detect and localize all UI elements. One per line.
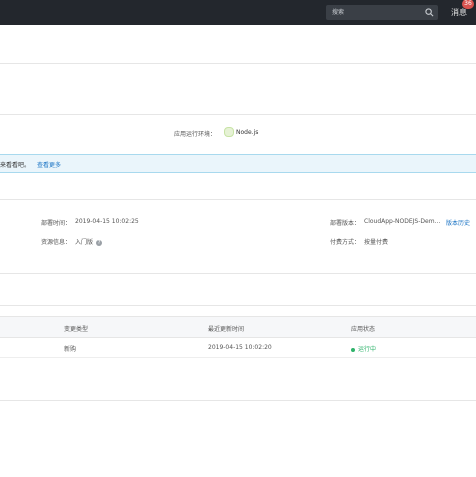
deploy-version-label: 部署版本： [330,220,361,227]
resource-label: 资源信息： [41,239,72,246]
top-navigation-bar: 搜索 消息 36 [0,0,476,25]
runtime-label: 应用运行环境： [174,131,217,138]
notice-banner: 来看看吧。 查看更多 [0,154,476,173]
deploy-time-label: 部署时间： [41,220,72,227]
deploy-time-value: 2019-04-15 10:02:25 [75,218,139,225]
nodejs-icon [224,127,234,137]
cell-updated: 2019-04-15 10:02:20 [208,344,272,351]
cell-status: 运行中 [351,344,376,353]
billing-label: 付费方式： [330,239,361,246]
notice-text: 来看看吧。 [0,162,31,169]
table-header: 变更类型 最近更新时间 应用状态 [0,316,476,338]
resource-value: 入门版? [75,239,103,246]
column-header-status: 应用状态 [351,326,376,333]
help-icon[interactable]: ? [96,239,103,246]
column-header-updated: 最近更新时间 [208,326,245,333]
runtime-value: Node.js [236,129,259,136]
search-input[interactable]: 搜索 [332,5,344,20]
view-more-link[interactable]: 查看更多 [37,160,61,169]
divider [0,273,476,274]
divider [0,400,476,401]
message-count-badge: 36 [462,0,474,9]
status-dot-icon [351,347,355,352]
divider [0,114,476,115]
version-history-link[interactable]: 版本历史 [446,218,470,227]
cell-change-type: 新购 [64,346,77,353]
column-header-change-type: 变更类型 [64,326,89,333]
deploy-version-value: CloudApp-NODEJS-Dem... [364,218,441,225]
billing-value: 按量付费 [364,239,389,246]
divider [0,305,476,306]
search-icon[interactable] [425,8,434,17]
search-box[interactable]: 搜索 [326,5,438,20]
divider [0,63,476,64]
table-row: 新购 2019-04-15 10:02:20 运行中 [0,337,476,358]
divider [0,199,476,200]
